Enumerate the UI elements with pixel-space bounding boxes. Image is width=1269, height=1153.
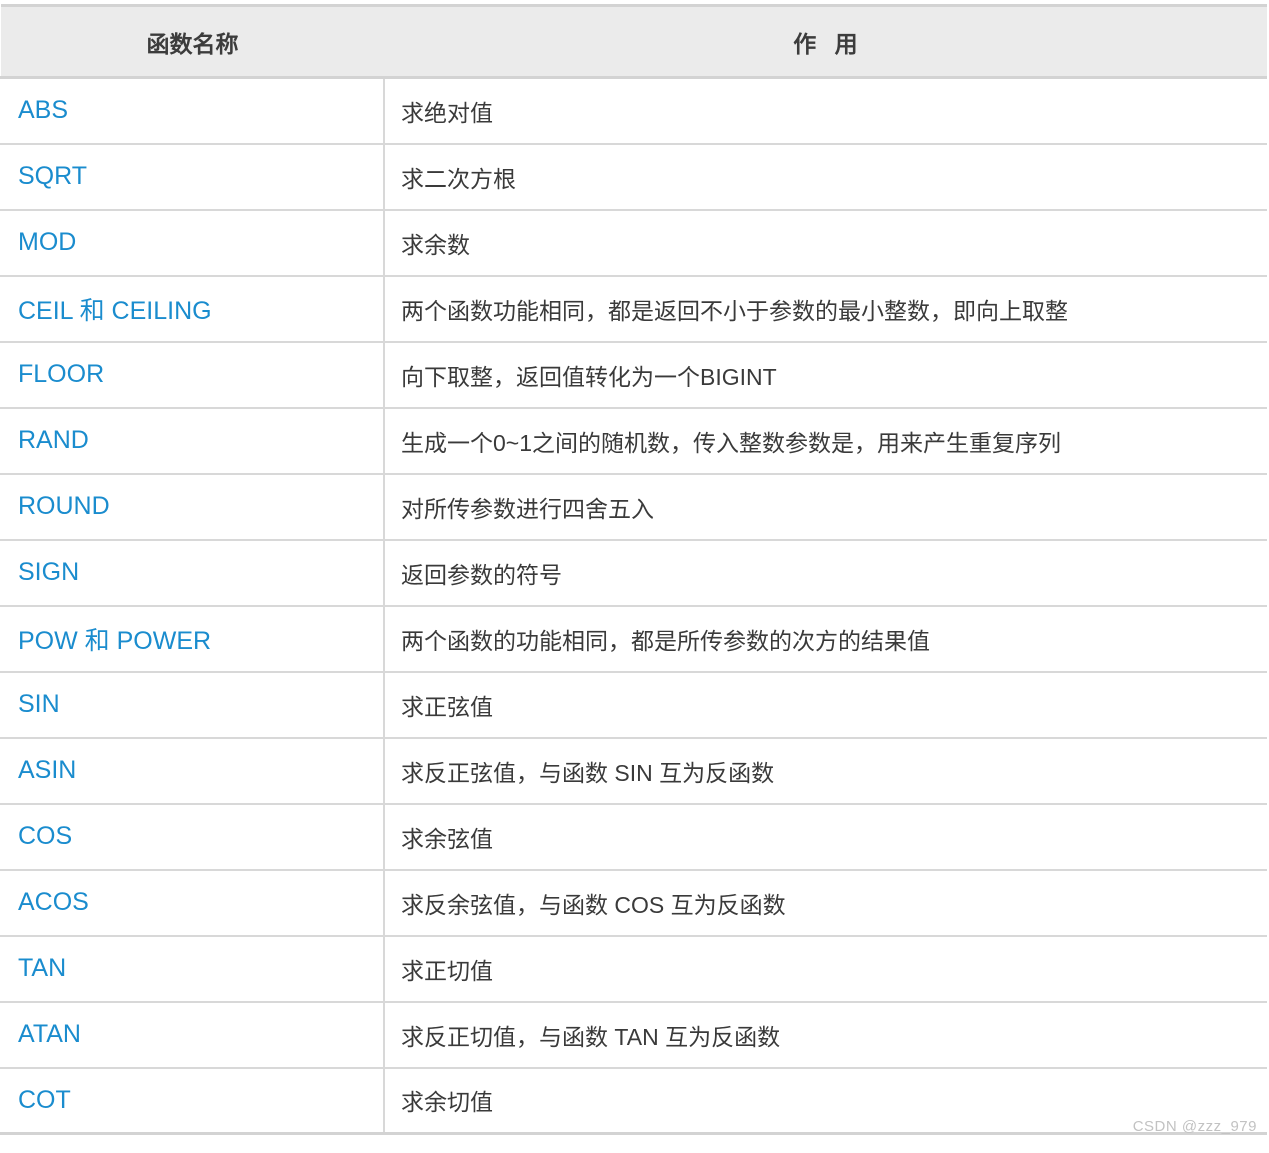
cell-function-name: ABS xyxy=(0,77,385,145)
table-row: COT 求余切值 xyxy=(0,1067,1267,1135)
table-body: ABS 求绝对值 SQRT 求二次方根 MOD 求余数 CEIL 和 CEILING 两个函数… xyxy=(0,77,1267,1135)
cell-function-purpose: 返回参数的符号 xyxy=(384,539,1267,607)
cell-function-purpose: 求二次方根 xyxy=(384,143,1267,211)
cell-function-purpose: 两个函数的功能相同，都是所传参数的次方的结果值 xyxy=(384,605,1267,673)
table-row: SIN 求正弦值 xyxy=(0,671,1267,739)
table-row: ATAN 求反正切值，与函数 TAN 互为反函数 xyxy=(0,1001,1267,1069)
cell-function-purpose: 生成一个0~1之间的随机数，传入整数参数是，用来产生重复序列 xyxy=(384,407,1267,475)
cell-function-purpose: 向下取整，返回值转化为一个BIGINT xyxy=(384,341,1267,409)
table-row: POW 和 POWER 两个函数的功能相同，都是所传参数的次方的结果值 xyxy=(0,605,1267,673)
cell-function-purpose: 求反余弦值，与函数 COS 互为反函数 xyxy=(384,869,1267,937)
cell-function-purpose: 求余弦值 xyxy=(384,803,1267,871)
table-row: TAN 求正切值 xyxy=(0,935,1267,1003)
table-row: ROUND 对所传参数进行四舍五入 xyxy=(0,473,1267,541)
cell-function-name: COT xyxy=(0,1067,385,1135)
cell-function-name: POW 和 POWER xyxy=(0,605,385,673)
cell-function-purpose: 求余数 xyxy=(384,209,1267,277)
cell-function-purpose: 求反正切值，与函数 TAN 互为反函数 xyxy=(384,1001,1267,1069)
table-row: CEIL 和 CEILING 两个函数功能相同，都是返回不小于参数的最小整数，即向… xyxy=(0,275,1267,343)
table-row: SIGN 返回参数的符号 xyxy=(0,539,1267,607)
cell-function-name: FLOOR xyxy=(0,341,385,409)
cell-function-name: ASIN xyxy=(0,737,385,805)
table-row: FLOOR 向下取整，返回值转化为一个BIGINT xyxy=(0,341,1267,409)
cell-function-name: ACOS xyxy=(0,869,385,937)
cell-function-name: ATAN xyxy=(0,1001,385,1069)
cell-function-name: RAND xyxy=(0,407,385,475)
cell-function-name: MOD xyxy=(0,209,385,277)
cell-function-purpose: 求正切值 xyxy=(384,935,1267,1003)
table-row: SQRT 求二次方根 xyxy=(0,143,1267,211)
table-header: 函数名称 作 用 xyxy=(1,4,1267,79)
cell-function-purpose: 求反正弦值，与函数 SIN 互为反函数 xyxy=(384,737,1267,805)
table-row: ACOS 求反余弦值，与函数 COS 互为反函数 xyxy=(0,869,1267,937)
cell-function-name: SIN xyxy=(0,671,385,739)
cell-function-name: ROUND xyxy=(0,473,385,541)
table-row: MOD 求余数 xyxy=(0,209,1267,277)
table-row: RAND 生成一个0~1之间的随机数，传入整数参数是，用来产生重复序列 xyxy=(0,407,1267,475)
table-row: COS 求余弦值 xyxy=(0,803,1267,871)
cell-function-purpose: 两个函数功能相同，都是返回不小于参数的最小整数，即向上取整 xyxy=(384,275,1267,343)
table-header-row: 函数名称 作 用 xyxy=(1,4,1267,79)
cell-function-name: SQRT xyxy=(0,143,385,211)
cell-function-purpose: 求绝对值 xyxy=(384,77,1267,145)
math-functions-table: 函数名称 作 用 ABS 求绝对值 SQRT 求二次方根 MOD 求余数 CEIL 和 CE… xyxy=(0,4,1267,1135)
cell-function-name: TAN xyxy=(0,935,385,1003)
table-row: ASIN 求反正弦值，与函数 SIN 互为反函数 xyxy=(0,737,1267,805)
cell-function-name: CEIL 和 CEILING xyxy=(0,275,385,343)
table-row: ABS 求绝对值 xyxy=(0,77,1267,145)
column-header-purpose: 作 用 xyxy=(384,4,1267,79)
cell-function-purpose: 求正弦值 xyxy=(384,671,1267,739)
column-header-function-name: 函数名称 xyxy=(1,4,384,79)
cell-function-name: COS xyxy=(0,803,385,871)
cell-function-purpose: 对所传参数进行四舍五入 xyxy=(384,473,1267,541)
watermark: CSDN @zzz_979 xyxy=(1132,1118,1257,1135)
cell-function-name: SIGN xyxy=(0,539,385,607)
